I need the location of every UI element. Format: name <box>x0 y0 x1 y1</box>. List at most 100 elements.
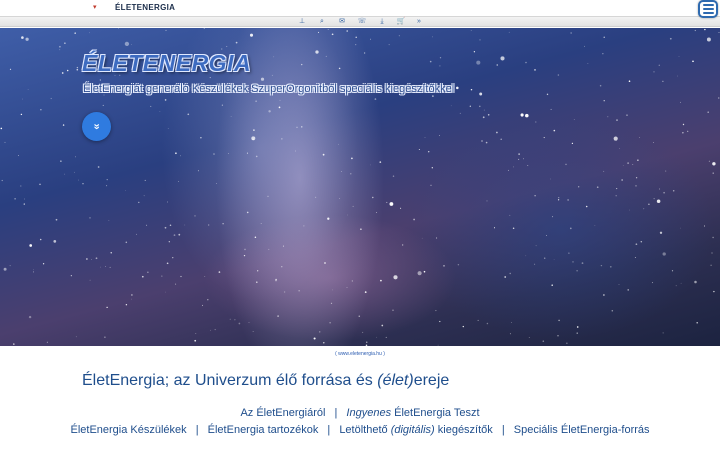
star <box>381 324 384 327</box>
star <box>542 340 545 342</box>
star <box>479 105 481 108</box>
brand-name-link[interactable]: ÉLETENERGIA <box>115 3 175 13</box>
star <box>573 119 575 120</box>
star <box>481 140 483 142</box>
free-test-link[interactable]: Ingyenes ÉletEnergia Teszt <box>346 407 479 419</box>
special-source-link[interactable]: Speciális ÉletEnergia-forrás <box>514 424 650 436</box>
star <box>338 143 340 145</box>
star <box>229 318 231 320</box>
star <box>566 342 568 344</box>
star <box>616 188 618 190</box>
star <box>244 248 246 251</box>
star <box>209 77 211 79</box>
star <box>500 138 502 141</box>
star <box>456 86 459 90</box>
about-link[interactable]: Az ÉletEnergiáról <box>240 407 325 419</box>
star <box>553 259 555 260</box>
star <box>500 56 505 61</box>
star <box>281 266 283 268</box>
star <box>622 165 624 166</box>
star <box>392 309 394 311</box>
mail-icon[interactable]: ✉ <box>337 17 347 27</box>
star <box>78 179 79 181</box>
star <box>298 290 300 292</box>
star <box>427 150 430 153</box>
star <box>314 196 317 198</box>
star <box>398 35 400 37</box>
star <box>518 158 520 160</box>
phone-icon[interactable]: ☏ <box>357 17 367 27</box>
star <box>627 162 629 164</box>
star <box>74 32 76 34</box>
star <box>338 67 341 70</box>
more-icon[interactable]: » <box>414 17 424 27</box>
star <box>584 45 585 47</box>
star <box>178 233 181 236</box>
star <box>704 225 705 227</box>
digital-addons-link[interactable]: Letölthető (digitális) kiegészítők <box>339 424 492 436</box>
star <box>678 56 680 57</box>
star <box>89 279 91 281</box>
star <box>315 50 319 54</box>
star <box>317 31 320 33</box>
accessories-link[interactable]: ÉletEnergia tartozékok <box>208 424 319 436</box>
download-icon[interactable]: ⤓ <box>377 17 387 27</box>
star <box>40 109 42 111</box>
star <box>313 337 316 340</box>
star <box>273 56 275 58</box>
star <box>255 155 258 158</box>
search-icon[interactable]: ⌕ <box>317 17 327 27</box>
star <box>692 60 694 63</box>
star <box>712 162 716 166</box>
star <box>694 280 697 284</box>
star <box>611 309 614 312</box>
star <box>552 216 554 218</box>
star <box>13 343 15 345</box>
star <box>355 44 357 46</box>
star <box>680 282 682 284</box>
star <box>432 36 433 38</box>
star <box>260 77 265 81</box>
star <box>275 279 277 282</box>
star <box>707 111 709 113</box>
star <box>487 114 490 116</box>
star <box>165 29 167 31</box>
brand-dropdown-caret-icon[interactable]: ▾ <box>93 3 97 13</box>
star <box>637 159 639 161</box>
sitemap-icon[interactable]: ⊥ <box>297 17 307 27</box>
star <box>290 80 292 82</box>
star <box>712 172 714 174</box>
star <box>106 178 108 181</box>
star <box>235 41 238 44</box>
star <box>643 208 645 210</box>
star <box>662 80 664 82</box>
star <box>248 322 250 324</box>
star <box>325 55 327 57</box>
star <box>389 202 394 206</box>
star <box>252 331 254 332</box>
star <box>332 289 333 291</box>
star <box>421 237 423 239</box>
star <box>161 275 163 277</box>
star <box>550 108 552 110</box>
star <box>324 262 326 264</box>
star <box>322 153 325 156</box>
star <box>571 142 574 145</box>
star <box>141 275 144 278</box>
scroll-down-button[interactable]: » <box>82 112 111 141</box>
free-test-emphasis: Ingyenes <box>346 407 392 419</box>
star <box>125 241 128 244</box>
star <box>4 141 6 143</box>
star <box>712 236 714 239</box>
cart-icon[interactable]: 🛒 <box>396 17 406 27</box>
star <box>512 227 515 229</box>
star <box>551 284 553 286</box>
star <box>281 138 283 140</box>
devices-link[interactable]: ÉletEnergia Készülékek <box>70 424 186 436</box>
hamburger-menu-button[interactable] <box>698 0 718 18</box>
star <box>0 127 3 130</box>
star <box>164 99 167 101</box>
star <box>535 245 537 247</box>
star <box>131 44 132 45</box>
star <box>626 114 628 116</box>
